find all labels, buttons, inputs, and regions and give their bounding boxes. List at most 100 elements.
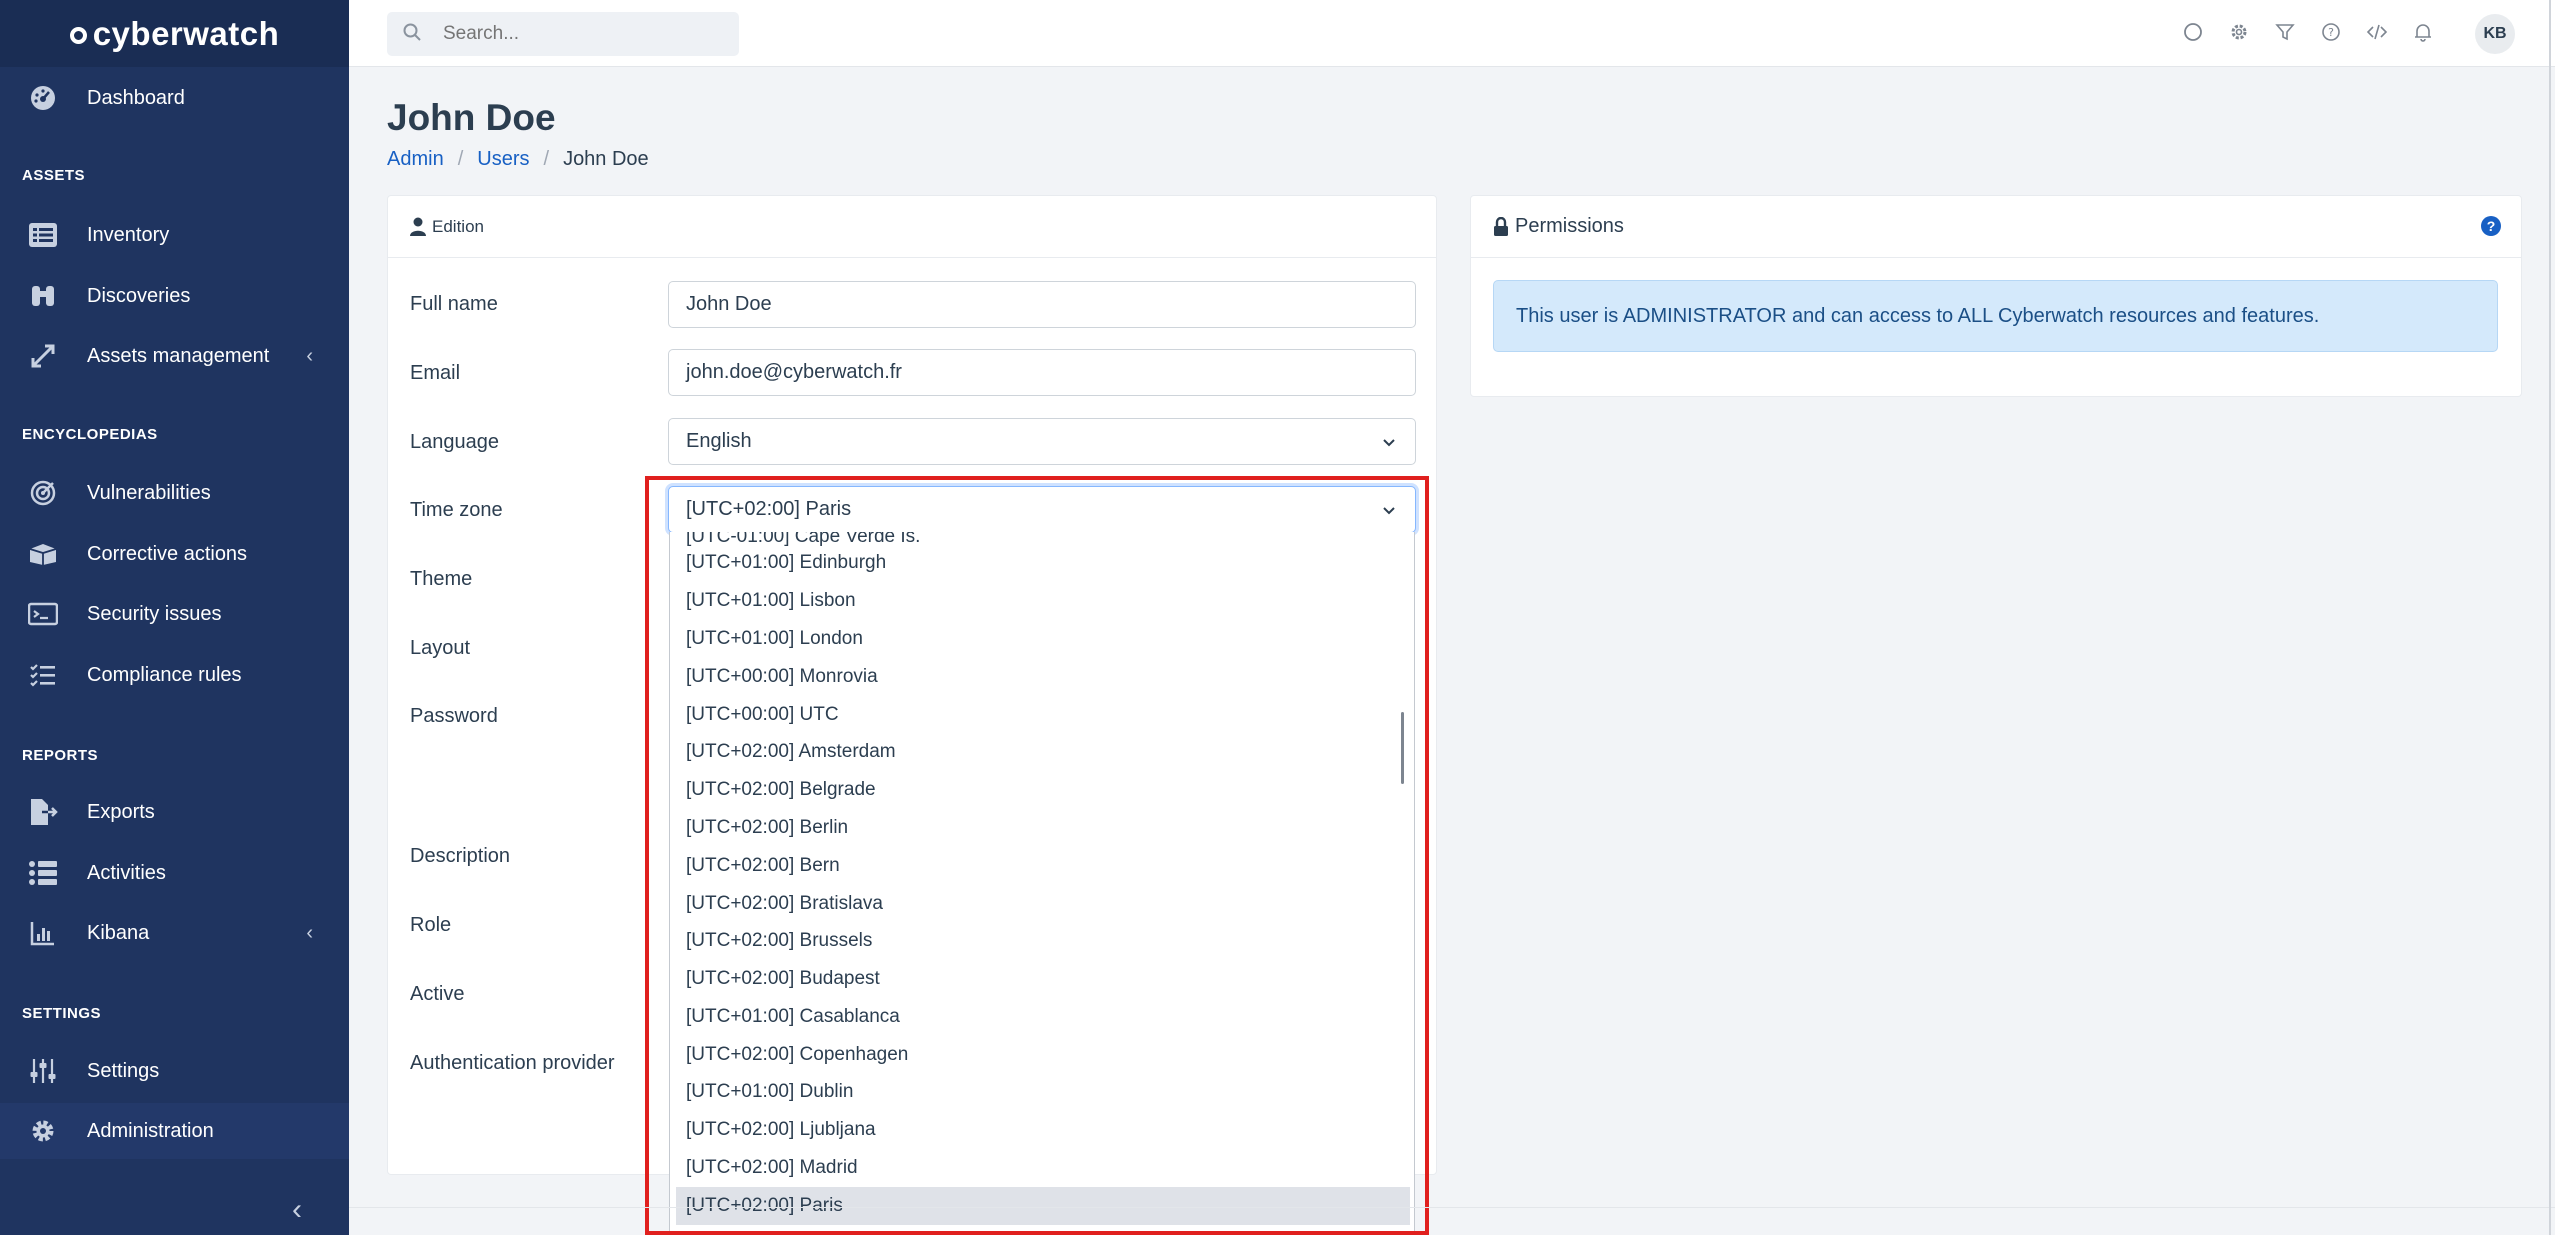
- breadcrumb: Admin / Users / John Doe: [387, 148, 649, 171]
- breadcrumb-admin[interactable]: Admin: [387, 148, 444, 171]
- dashboard-icon: [28, 83, 58, 113]
- section-settings: SETTINGS: [22, 1005, 102, 1022]
- chevron-down-icon: [1381, 433, 1397, 456]
- administrator-alert: This user is ADMINISTRATOR and can acces…: [1493, 280, 2498, 352]
- label-password: Password: [410, 705, 498, 727]
- window-edge: [2549, 0, 2551, 1235]
- timezone-option[interactable]: [UTC+02:00] Amsterdam: [670, 733, 1414, 771]
- topbar-icons: ?: [2181, 20, 2435, 44]
- label-theme: Theme: [410, 568, 473, 590]
- question-circle-icon[interactable]: ?: [2481, 216, 2501, 236]
- sidebar-item-inventory[interactable]: Inventory: [0, 207, 349, 263]
- user-icon: [410, 217, 426, 237]
- help-icon[interactable]: ?: [2319, 20, 2343, 44]
- breadcrumb-users[interactable]: Users: [477, 148, 529, 171]
- sidebar: cyberwatch Dashboard ASSETS Inventory Di…: [0, 0, 349, 1235]
- label-language: Language: [410, 431, 499, 453]
- list-icon: [28, 220, 58, 250]
- search-input[interactable]: [443, 23, 723, 45]
- avatar[interactable]: KB: [2475, 14, 2515, 54]
- timezone-option[interactable]: [UTC+01:00] Casablanca: [670, 998, 1414, 1036]
- gear-icon: [28, 1116, 58, 1146]
- sidebar-item-vulnerabilities[interactable]: Vulnerabilities: [0, 465, 349, 521]
- timezone-option[interactable]: [UTC+02:00] Brussels: [670, 922, 1414, 960]
- timezone-option[interactable]: [UTC+02:00] Copenhagen: [670, 1036, 1414, 1074]
- logo-ring-icon: [69, 27, 87, 44]
- chevron-down-icon: [1381, 501, 1397, 524]
- search-icon: [403, 23, 421, 46]
- email-input[interactable]: john.doe@cyberwatch.fr: [668, 349, 1416, 396]
- time-zone-select[interactable]: [UTC+02:00] Paris: [668, 486, 1416, 533]
- brand-logo[interactable]: cyberwatch: [0, 0, 349, 67]
- timezone-option[interactable]: [UTC+02:00] Ljubljana: [670, 1111, 1414, 1149]
- target-icon: [28, 478, 58, 508]
- timezone-option-selected[interactable]: [UTC+02:00] Paris: [676, 1187, 1410, 1225]
- label-description: Description: [410, 845, 511, 867]
- section-encyclopedias: ENCYCLOPEDIAS: [22, 426, 158, 443]
- edition-card-header: Edition: [388, 196, 1436, 258]
- sidebar-item-compliance-rules[interactable]: Compliance rules: [0, 647, 349, 703]
- timezone-option[interactable]: [UTC+00:00] Monrovia: [670, 658, 1414, 696]
- sidebar-item-administration[interactable]: Administration: [0, 1103, 349, 1159]
- breadcrumb-separator: /: [457, 148, 464, 170]
- timezone-option[interactable]: [UTC+02:00] Belgrade: [670, 771, 1414, 809]
- search-box[interactable]: [387, 12, 739, 56]
- chevron-left-icon: ‹: [306, 344, 313, 367]
- svg-text:?: ?: [2328, 26, 2334, 39]
- sidebar-item-discoveries[interactable]: Discoveries: [0, 268, 349, 324]
- label-time-zone: Time zone: [410, 499, 503, 521]
- sidebar-item-assets-management[interactable]: Assets management ‹: [0, 328, 349, 384]
- lock-icon: [1493, 216, 1509, 237]
- timezone-option[interactable]: [UTC+01:00] Edinburgh: [670, 544, 1414, 582]
- file-export-icon: [28, 797, 58, 827]
- bell-icon[interactable]: [2411, 20, 2435, 44]
- section-assets: ASSETS: [22, 167, 86, 184]
- binoculars-icon: [28, 281, 58, 311]
- timezone-option[interactable]: [UTC+01:00] Dublin: [670, 1073, 1414, 1111]
- timezone-option[interactable]: [UTC+02:00] Berlin: [670, 809, 1414, 847]
- label-authentication-provider: Authentication provider: [410, 1052, 615, 1074]
- timezone-option[interactable]: [UTC+02:00] Madrid: [670, 1149, 1414, 1187]
- chart-icon: [28, 918, 58, 948]
- label-email: Email: [410, 362, 461, 384]
- sidebar-item-activities[interactable]: Activities: [0, 845, 349, 901]
- sidebar-item-dashboard[interactable]: Dashboard: [0, 70, 349, 126]
- timezone-option[interactable]: [UTC+01:00] London: [670, 620, 1414, 658]
- timezone-option[interactable]: [UTC+01:00] Lisbon: [670, 582, 1414, 620]
- sidebar-item-corrective-actions[interactable]: Corrective actions: [0, 526, 349, 582]
- collapse-sidebar-icon[interactable]: ‹: [292, 1193, 302, 1227]
- label-layout: Layout: [410, 637, 471, 659]
- permissions-card: Permissions ? This user is ADMINISTRATOR…: [1470, 195, 2522, 397]
- language-select[interactable]: English: [668, 418, 1416, 465]
- settings-gear-icon[interactable]: [2227, 20, 2251, 44]
- dropdown-scrollbar[interactable]: [1401, 712, 1404, 784]
- box-icon: [28, 539, 58, 569]
- sidebar-item-settings[interactable]: Settings: [0, 1043, 349, 1099]
- label-role: Role: [410, 914, 452, 936]
- divider: [349, 1207, 2555, 1208]
- chevron-left-icon: ‹: [306, 921, 313, 944]
- activity-list-icon: [28, 858, 58, 888]
- timezone-option[interactable]: [UTC+02:00] Budapest: [670, 960, 1414, 998]
- timezone-option[interactable]: [UTC+00:00] UTC: [670, 696, 1414, 734]
- code-icon[interactable]: [2365, 20, 2389, 44]
- circle-status-icon[interactable]: [2181, 20, 2205, 44]
- sidebar-item-security-issues[interactable]: Security issues: [0, 586, 349, 642]
- filter-icon[interactable]: [2273, 20, 2297, 44]
- time-zone-dropdown-list[interactable]: [UTC-01:00] Cape Verde Is. [UTC+01:00] E…: [669, 532, 1415, 1235]
- breadcrumb-separator: /: [543, 148, 550, 170]
- timezone-option[interactable]: [UTC+02:00] Bratislava: [670, 885, 1414, 923]
- timezone-option[interactable]: [UTC+02:00] Bern: [670, 847, 1414, 885]
- permissions-card-header: Permissions: [1471, 196, 2521, 258]
- expand-icon: [28, 341, 58, 371]
- section-reports: REPORTS: [22, 747, 99, 764]
- sidebar-item-exports[interactable]: Exports: [0, 784, 349, 840]
- monitor-icon: [28, 599, 58, 629]
- full-name-input[interactable]: John Doe: [668, 281, 1416, 328]
- label-active: Active: [410, 983, 465, 1005]
- topbar: ? KB: [349, 0, 2555, 67]
- brand-name: cyberwatch: [92, 14, 280, 52]
- checklist-icon: [28, 660, 58, 690]
- page-title: John Doe: [387, 97, 556, 138]
- sidebar-item-kibana[interactable]: Kibana ‹: [0, 905, 349, 961]
